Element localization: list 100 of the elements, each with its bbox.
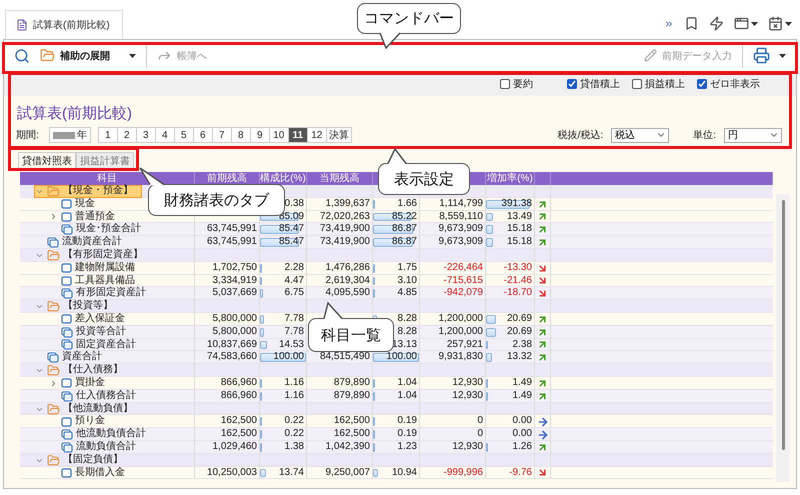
period-button[interactable]: 10 [268, 127, 289, 143]
period-button[interactable]: 3 [136, 127, 156, 143]
checkbox-label[interactable]: ゼロ非表示 [710, 77, 760, 91]
table-row[interactable]: 流動資産合計 63,745,991 85.47 73,419,900 86.87 9,673,909 15.18 [20, 236, 773, 249]
ratio-value: -13.30 [504, 262, 532, 273]
tree-item[interactable]: 【他流動負債】 [34, 402, 142, 416]
table-row[interactable]: 有形固定資産計 5,037,669 6.75 4,095,590 4.85 -942,079 -18.70 [20, 287, 773, 300]
ratio-value: 0.22 [284, 415, 304, 426]
table-row[interactable]: 他流動負債合計 162,500 0.22 162,500 0.19 0 0.00 [20, 428, 773, 441]
table-row[interactable]: 建物附属設備 1,702,750 2.28 1,476,286 1.75 -226,464 -13.30 [20, 262, 773, 275]
checkbox-label[interactable]: 損益積上 [645, 77, 685, 91]
select-field[interactable]: 円 [724, 128, 782, 142]
period-button[interactable]: 8 [230, 127, 251, 143]
ratio-value: 13.49 [506, 210, 532, 222]
tree-item[interactable]: 現金･預金合計 [48, 223, 142, 236]
ratio-value: 0.22 [284, 428, 304, 440]
tree-item[interactable]: 流動負債合計 [48, 440, 142, 454]
tree-item[interactable]: 【有形固定資産】 [34, 248, 143, 262]
tree-item[interactable]: 仕入債務合計 [48, 390, 142, 403]
table-row[interactable]: 仕入債務合計 866,960 1.16 879,890 1.04 12,930 1.49 [20, 390, 773, 403]
account-name: 現金 [75, 198, 95, 210]
period-button[interactable]: 4 [154, 127, 175, 143]
period-button[interactable]: 6 [192, 127, 213, 143]
tab-title: 試算表(前期比較) [33, 18, 110, 32]
tree-item[interactable]: 預り金 [48, 415, 142, 428]
tree-item[interactable]: 買掛金 [48, 376, 142, 390]
tree-item[interactable]: 【投資等】 [34, 300, 142, 314]
table-row[interactable]: 【投資等】 [20, 300, 773, 313]
tree-item[interactable]: 固定資産合計 [48, 338, 142, 352]
ratio-value: 85.47 [278, 236, 304, 248]
tree-item[interactable]: 建物附属設備 [48, 262, 142, 275]
account-name: 普通預金 [75, 210, 115, 223]
table-row[interactable]: 【仕入債務】 [20, 364, 773, 377]
period-button[interactable]: 1 [98, 127, 118, 143]
period-button[interactable]: 12 [306, 127, 327, 143]
ratio-value: 8.28 [398, 312, 417, 324]
table-row[interactable]: 【固定負債】 [20, 454, 773, 467]
tree-item[interactable]: 資産合計 [34, 351, 142, 364]
ratio-value: 1.49 [512, 390, 532, 401]
table-row[interactable]: 工具器具備品 3,334,919 4.47 2,619,304 3.10 -715,615 -21.46 [20, 274, 773, 288]
tree-item[interactable]: 有形固定資産計 [48, 287, 146, 300]
select-field[interactable]: 税込 [611, 128, 670, 142]
tree-item[interactable]: 投資等合計 [48, 326, 142, 339]
account-name: 現金･預金合計 [76, 223, 141, 236]
table-row[interactable]: 資産合計 74,583,660 100.00 84,515,490 100.00 9,931,830 13.32 [20, 351, 773, 364]
account-name: 【有形固定資産】 [63, 249, 143, 262]
ratio-value: 2.38 [512, 338, 532, 350]
tree-item[interactable]: 【現金・預金】 [34, 185, 142, 198]
document-tab[interactable]: 試算表(前期比較) [5, 10, 123, 39]
ratio-value: 14.53 [278, 338, 304, 350]
ratio-value: 1.23 [398, 440, 417, 452]
checkbox-label[interactable]: 貸借積上 [580, 77, 620, 91]
ratio-value: 15.18 [506, 236, 532, 248]
tree-item[interactable]: 【固定負債】 [34, 454, 142, 467]
table-row[interactable]: 【他流動負債】 [20, 402, 773, 416]
period-button[interactable]: 9 [250, 127, 270, 143]
tab[interactable]: 貸借対照表 [18, 152, 76, 169]
table-row[interactable]: 現金･預金合計 63,745,991 85.47 73,419,900 86.87 9,673,909 15.18 [20, 223, 773, 236]
tree-item[interactable]: 工具器具備品 [48, 274, 142, 288]
period-button[interactable]: 7 [212, 127, 232, 143]
account-name: 資産合計 [62, 351, 102, 364]
table-row[interactable]: 【有形固定資産】 [20, 248, 773, 262]
year-selector[interactable]: 年 [48, 127, 91, 143]
ratio-value: 85.22 [392, 210, 417, 222]
tree-item[interactable]: 普通預金 [48, 210, 142, 224]
account-name: 長期借入金 [75, 466, 125, 480]
period-label: 期間: [16, 128, 39, 142]
ratio-value: 7.78 [284, 312, 304, 324]
ratio-value: 1.38 [284, 440, 304, 452]
tree-item[interactable]: 流動資産合計 [34, 236, 142, 249]
table-row[interactable]: 預り金 162,500 0.22 162,500 0.19 0 0.00 [20, 415, 773, 428]
period-button[interactable]: 2 [116, 127, 137, 143]
tree-item[interactable]: 現金 [48, 198, 142, 211]
account-name: 工具器具備品 [75, 274, 135, 286]
table-row[interactable]: 長期借入金 10,250,003 13.74 9,250,007 10.94 -999,996 -9.76 [20, 466, 773, 480]
ratio-value: 85.47 [278, 223, 304, 234]
tree-item[interactable]: 他流動負債合計 [48, 428, 146, 441]
ratio-value: 13.13 [392, 338, 417, 350]
ratio-value: 13.74 [278, 466, 304, 478]
menu-button[interactable]: 補助の展開 [36, 45, 140, 66]
tree-item[interactable]: 【仕入債務】 [34, 364, 142, 378]
ratio-value: 1.04 [398, 376, 417, 388]
period-button[interactable]: 5 [174, 127, 194, 143]
checkbox-label[interactable]: 要約 [513, 77, 533, 91]
ratio-value: 4.85 [398, 287, 417, 298]
tree-item[interactable]: 差入保証金 [48, 312, 142, 326]
ratio-value: 1.75 [398, 262, 417, 273]
table-row[interactable]: 買掛金 866,960 1.16 879,890 1.04 12,930 1.49 [20, 376, 773, 390]
ratio-value: 0.19 [398, 415, 417, 426]
tab[interactable]: 損益計算書 [76, 152, 134, 169]
table-row[interactable]: 流動負債合計 1,029,460 1.38 1,042,390 1.23 12,930 1.26 [20, 440, 773, 454]
period-button[interactable]: 11 [288, 127, 308, 143]
account-name: 流動資産合計 [62, 236, 122, 248]
ratio-value: 10.94 [392, 466, 417, 478]
period-button[interactable]: 決算 [326, 127, 352, 143]
ratio-value: -18.70 [504, 287, 532, 298]
tree-item[interactable]: 長期借入金 [48, 466, 142, 480]
ratio-value: 4.47 [284, 274, 304, 286]
ratio-value: 0.38 [284, 198, 304, 209]
account-name: 流動負債合計 [76, 440, 136, 454]
